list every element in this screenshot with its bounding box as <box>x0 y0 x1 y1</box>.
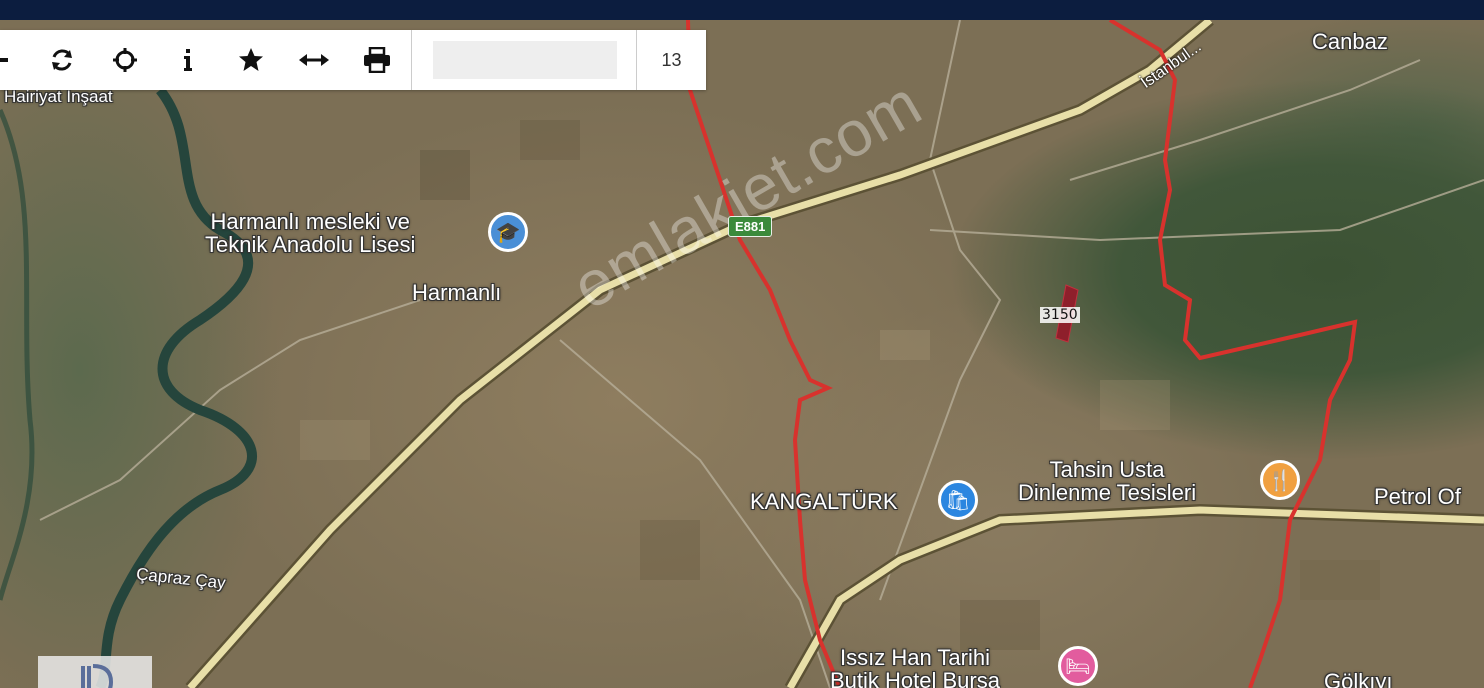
parcel-label[interactable]: 3150 <box>1040 307 1080 323</box>
minor-roads <box>39 20 1484 688</box>
favorite-button[interactable] <box>219 30 282 90</box>
place-label-harmanli: Harmanlı <box>412 280 502 305</box>
issiz-label-line2: Butik Hotel Bursa <box>830 668 1000 688</box>
horizontal-arrows-icon <box>298 54 329 66</box>
crosshair-icon <box>112 48 137 72</box>
map-view[interactable]: emlakjet.com Hairiyat İnşaat Harmanlı me… <box>0 20 1484 688</box>
logo-mark-icon <box>81 664 114 688</box>
river-branch-path <box>0 108 35 601</box>
place-label-petrol: Petrol Of <box>1374 484 1461 509</box>
measure-button[interactable] <box>282 30 345 90</box>
shopping-pin-icon[interactable]: 🛍 <box>938 480 978 520</box>
road-badge-e881: E881 <box>728 216 773 237</box>
place-label-hairiyat: Hairiyat İnşaat <box>4 87 113 106</box>
place-label-golkiyi: Gölkıyı <box>1324 669 1393 688</box>
zoom-out-button[interactable] <box>0 30 30 90</box>
place-label-school: Harmanlı mesleki ve Teknik Anadolu Lises… <box>205 210 415 256</box>
refresh-button[interactable] <box>30 30 93 90</box>
restaurant-pin-icon[interactable]: 🍴 <box>1260 460 1300 500</box>
place-label-issiz-han: Issız Han Tarihi Butik Hotel Bursa <box>830 646 1000 688</box>
river-path <box>95 86 257 688</box>
place-label-canbaz: Canbaz <box>1312 29 1388 54</box>
brand-logo <box>38 656 152 688</box>
info-icon <box>183 49 192 71</box>
issiz-label-line1: Issız Han Tarihi <box>839 645 990 670</box>
map-toolbar: 13 <box>0 30 706 90</box>
school-label-line1: Harmanlı mesleki ve <box>210 209 410 234</box>
search-input[interactable] <box>433 41 617 79</box>
refresh-icon <box>51 49 72 71</box>
place-label-kangalturk: KANGALTÜRK <box>750 489 898 514</box>
star-icon <box>238 48 263 71</box>
minus-icon <box>0 58 8 62</box>
school-pin-icon[interactable]: 🎓 <box>488 212 528 252</box>
place-label-tahsin: Tahsin Usta Dinlenme Tesisleri <box>1018 458 1196 504</box>
info-button[interactable] <box>156 30 219 90</box>
school-label-line2: Teknik Anadolu Lisesi <box>205 232 416 258</box>
tahsin-label-line1: Tahsin Usta <box>1049 457 1165 482</box>
zoom-level: 13 <box>661 49 682 70</box>
locate-button[interactable] <box>93 30 156 90</box>
tahsin-label-line2: Dinlenme Tesisleri <box>1018 480 1197 506</box>
printer-icon <box>363 47 390 73</box>
hotel-pin-icon[interactable]: 🛏 <box>1058 646 1098 686</box>
top-header-bar <box>0 0 1484 20</box>
print-button[interactable] <box>345 30 408 90</box>
toolbar-separator <box>411 30 412 90</box>
